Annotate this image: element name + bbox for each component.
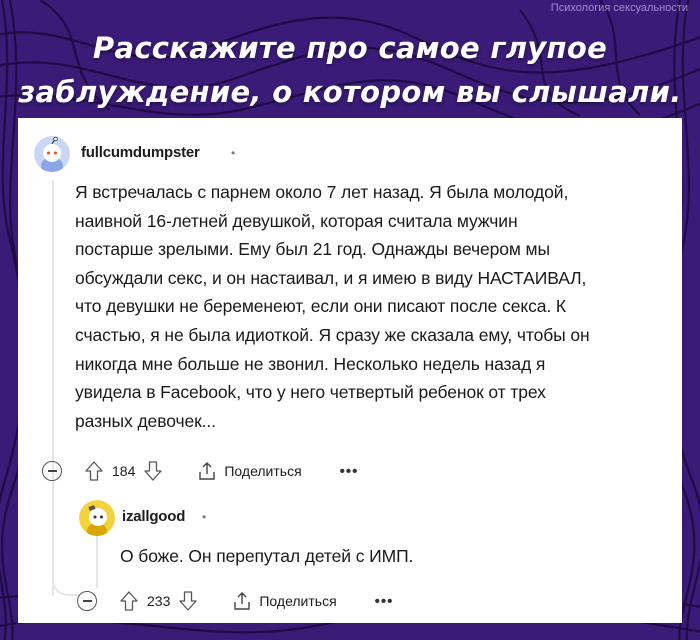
share-icon [234,592,251,610]
downvote-icon[interactable] [178,590,198,612]
comment-line: счастью, я не была идиоткой. Я сразу же … [75,324,590,345]
comment-line: обсуждали секс, и он настаивал, и я имею… [75,267,587,288]
reply-actions: 233 Поделиться ••• [77,588,393,614]
downvote-icon[interactable] [143,460,163,482]
comment-card: fullcumdumpster • Я встречалась с парнем… [18,118,682,623]
comment-line: что девушки не беременеют, если они писа… [75,296,566,317]
vote-count: 233 [147,593,171,609]
reply-thread-line [96,536,98,588]
comment-actions: 184 Поделиться ••• [42,458,358,484]
author-separator: • [231,146,236,160]
collapse-thread-button[interactable] [42,461,62,481]
comment-body: Я встречалась с парнем около 7 лет назад… [75,178,590,435]
share-label: Поделиться [224,463,302,479]
share-button[interactable]: Поделиться [197,461,302,481]
comment-line: Я встречалась с парнем около 7 лет назад… [75,182,569,202]
headline-line-1: Расскажите про самое глупое [92,31,608,65]
thread-line [52,180,54,596]
share-button[interactable]: Поделиться [232,591,337,611]
more-options-button[interactable]: ••• [340,463,359,480]
share-label: Поделиться [259,593,337,609]
reply-author[interactable]: izallgood [122,508,185,525]
snoo-avatar-icon[interactable] [79,500,115,536]
comment-line: никогда мне больше не звонил. Несколько … [75,353,546,374]
share-icon [199,462,216,480]
snoo-avatar-icon[interactable] [34,136,70,172]
vote-count: 184 [112,463,136,479]
reply-connector [52,570,80,596]
reply-body: О боже. Он перепутал детей с ИМП. [120,546,414,566]
comment-line: разных девочек... [75,410,216,431]
collapse-thread-button[interactable] [77,591,97,611]
comment-line: наивной 16-летней девушкой, которая счит… [75,210,518,231]
comment-line: постарше зрелыми. Ему был 21 год. Однажд… [75,239,550,260]
watermark: Психология сексуальности [550,2,688,14]
headline-line-2: заблуждение, о котором вы слышали. [18,75,682,109]
comment-line: увидела в Facebook, что у него четвертый… [75,382,546,403]
upvote-icon[interactable] [119,590,139,612]
headline: Расскажите про самое глупое заблуждение,… [0,26,700,114]
author-separator: • [202,510,207,524]
more-options-button[interactable]: ••• [375,593,394,610]
upvote-icon[interactable] [84,460,104,482]
comment-author[interactable]: fullcumdumpster [81,144,200,161]
